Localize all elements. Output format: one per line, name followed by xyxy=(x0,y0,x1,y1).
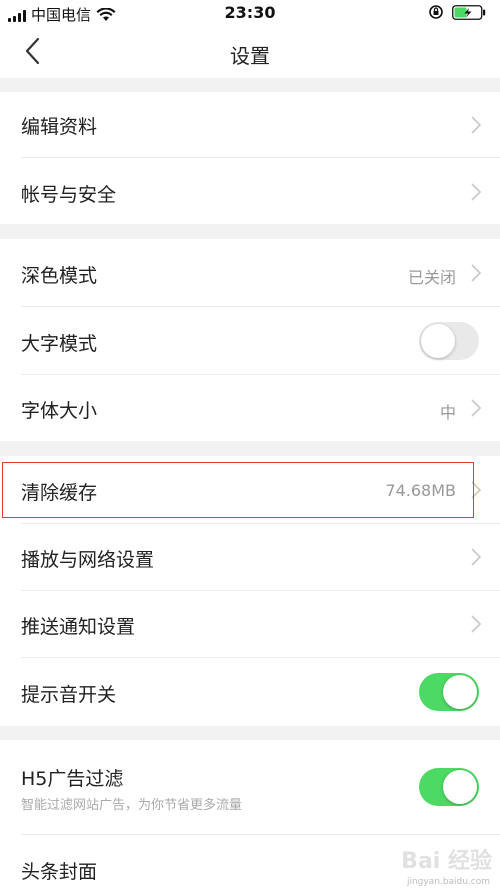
row-push-notifications[interactable]: 推送通知设置 xyxy=(0,591,500,658)
row-label: 深色模式 xyxy=(21,265,98,287)
chevron-right-icon xyxy=(471,399,482,417)
chevron-right-icon xyxy=(471,183,482,201)
section-gap xyxy=(0,224,500,239)
large-font-toggle[interactable] xyxy=(419,322,479,360)
row-label: H5广告过滤 xyxy=(21,768,124,790)
row-edit-profile[interactable]: 编辑资料 xyxy=(0,92,500,158)
toggle-knob xyxy=(443,675,477,709)
battery-icon xyxy=(452,4,486,20)
row-large-font-mode: 大字模式 xyxy=(0,307,500,375)
nav-bar: 设置 xyxy=(0,26,500,78)
page-title: 设置 xyxy=(230,44,270,68)
section-gap xyxy=(0,726,500,740)
row-label: 提示音开关 xyxy=(21,684,117,706)
chevron-right-icon xyxy=(471,615,482,633)
row-label: 推送通知设置 xyxy=(21,616,136,638)
row-playback-network[interactable]: 播放与网络设置 xyxy=(0,524,500,591)
row-subtitle: 智能过滤网站广告，为你节省更多流量 xyxy=(21,798,243,813)
h5-ad-filter-toggle[interactable] xyxy=(419,768,479,806)
baidu-watermark: Bai 经验 xyxy=(401,843,492,875)
section-gap xyxy=(0,78,500,92)
status-bar: 中国电信 23:30 xyxy=(0,0,500,26)
section-gap xyxy=(0,441,500,456)
row-account-security[interactable]: 帐号与安全 xyxy=(0,158,500,224)
toggle-knob xyxy=(443,770,477,804)
chevron-right-icon xyxy=(471,264,482,282)
row-label: 播放与网络设置 xyxy=(21,549,155,571)
row-label: 帐号与安全 xyxy=(21,184,117,206)
toggle-knob xyxy=(421,324,455,358)
status-time: 23:30 xyxy=(224,3,276,22)
chevron-right-icon xyxy=(471,116,482,134)
row-label: 字体大小 xyxy=(21,400,98,422)
row-label: 编辑资料 xyxy=(21,116,98,138)
chevron-right-icon xyxy=(471,548,482,566)
row-label: 大字模式 xyxy=(21,333,98,355)
orientation-lock-icon xyxy=(429,5,443,19)
watermark-text: Bai 经验 xyxy=(401,849,492,874)
row-dark-mode[interactable]: 深色模式 已关闭 xyxy=(0,239,500,307)
row-value: 已关闭 xyxy=(407,268,456,287)
row-h5-ad-filter: H5广告过滤 智能过滤网站广告，为你节省更多流量 xyxy=(0,740,500,835)
row-value: 中 xyxy=(439,403,456,422)
highlight-box xyxy=(2,462,474,518)
status-right xyxy=(428,4,486,20)
row-sound-switch: 提示音开关 xyxy=(0,658,500,726)
sound-toggle[interactable] xyxy=(419,673,479,711)
watermark-url: jingyan.baidu.com xyxy=(406,877,490,887)
row-label: 头条封面 xyxy=(21,861,98,883)
row-font-size[interactable]: 字体大小 中 xyxy=(0,375,500,441)
